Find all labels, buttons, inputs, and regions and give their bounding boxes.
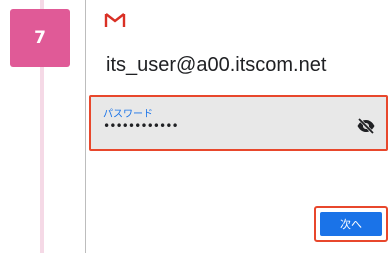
step-number-badge: 7 [10, 9, 70, 67]
next-button[interactable]: 次へ [320, 212, 382, 236]
next-button-highlight: 次へ [314, 206, 388, 242]
account-email: its_user@a00.itscom.net [106, 54, 327, 76]
instruction-page: 7 its_user@a00.itscom.net パスワード ••••••••… [0, 0, 391, 253]
gmail-icon [104, 13, 126, 27]
password-input[interactable]: •••••••••••• [103, 119, 179, 133]
login-screen: its_user@a00.itscom.net パスワード ••••••••••… [85, 0, 391, 253]
password-label: パスワード [103, 109, 153, 120]
eye-off-icon[interactable] [356, 118, 376, 134]
password-field[interactable]: パスワード •••••••••••• [89, 95, 388, 151]
